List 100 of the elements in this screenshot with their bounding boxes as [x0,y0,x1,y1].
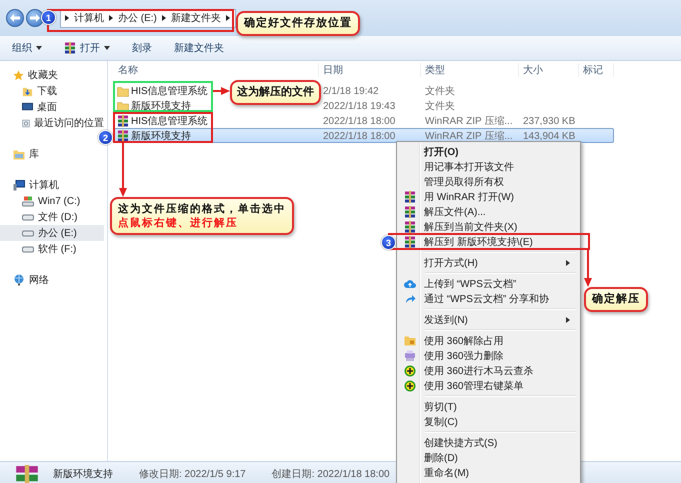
globe-icon [13,274,25,286]
stacked-books-icon [117,130,129,142]
menu-item[interactable]: 使用 360管理右键菜单 [399,378,578,393]
menu-item[interactable]: 解压到当前文件夹(X) [399,219,578,234]
modified-date: 修改日期: 2022/1/5 9:17 [139,468,246,481]
file-name: 新版环境支持 [115,99,191,113]
folder-icon [404,335,416,346]
back-arrow-icon [10,14,20,22]
stacked-books-icon [117,115,129,127]
date-cell-text: 2022/1/18 18:00 [322,116,396,126]
nav-item[interactable]: 收藏夹 [0,67,104,83]
menu-item[interactable]: 删除(D) [399,450,578,465]
stacked-books-icon [404,206,416,218]
breadcrumb[interactable]: 办公 (E:) [118,11,157,25]
menu-item[interactable]: 管理员取得所有权 [399,174,578,189]
nav-item[interactable]: 软件 (F:) [0,241,104,257]
folder-icon [22,86,33,96]
step-badge: 2 [98,130,113,145]
nav-item[interactable]: 桌面 [0,99,104,115]
nav-item[interactable]: 最近访问的位置 [0,115,104,131]
drive-icon [22,214,34,220]
stacked-books-icon [404,190,416,202]
toolbar-button[interactable]: 打开 [64,41,110,55]
callout-text: 点鼠标右键、进行解压 [118,216,239,230]
type-cell-text: WinRAR ZIP 压缩... [424,130,513,143]
drive-icon [22,230,34,236]
forward-button[interactable] [26,9,44,27]
drive-icon [22,246,34,252]
menu-item[interactable]: 上传到 “WPS云文档” [399,276,578,291]
nav-item[interactable]: Win7 (C:) [0,193,104,209]
submenu-arrow-icon [566,260,570,266]
library-icon [13,148,25,160]
nav-item[interactable]: 库 [0,146,104,162]
date-cell-text: 2/1/18 19:42 [322,86,379,96]
nav-item[interactable]: 文件 (D:) [0,209,104,225]
menu-item[interactable]: 使用 360强力删除 [399,348,578,363]
chevron-icon [162,15,166,21]
callout-text: 确定解压 [592,292,640,307]
file-row[interactable]: 新版环境支持 2022/1/18 18:00 WinRAR ZIP 压缩... 143,904 KB [114,128,614,143]
back-button[interactable] [6,9,24,27]
menu-item[interactable]: 解压文件(A)... [399,204,578,219]
column-header[interactable]: 标记 [579,63,614,77]
plus-circle-icon [404,380,416,392]
size-cell-text: 237,930 KB [522,116,576,126]
nav-item[interactable]: 下载 [0,83,104,99]
star-icon [13,70,24,80]
column-header[interactable]: 日期 [319,63,421,77]
type-cell-text: WinRAR ZIP 压缩... [424,114,513,128]
menu-item[interactable]: 打开(O) [399,144,578,159]
step-badge: 3 [381,235,396,250]
chevron-icon [65,15,69,21]
file-name: HIS信息管理系统 [115,114,208,128]
nav-item[interactable]: 网络 [0,272,104,288]
column-header[interactable]: 大小 [519,63,579,77]
menu-item[interactable]: 打开方式(H) [399,255,578,270]
stacked-books-icon [404,220,416,232]
callout-text: 这为解压的文件 [237,85,314,100]
submenu-arrow-icon [566,317,570,323]
document-icon [22,118,30,128]
menu-item[interactable]: 用 WinRAR 打开(W) [399,189,578,204]
menu-item[interactable]: 创建快捷方式(S) [399,435,578,450]
drive-icon [22,196,34,206]
chevron-icon [226,15,230,21]
pointer-arrow [213,86,230,96]
breadcrumb[interactable]: 计算机 [74,11,104,25]
column-header[interactable]: 类型 [421,63,519,77]
menu-item[interactable]: 通过 “WPS云文档” 分享和协 [399,291,578,306]
nav-item[interactable]: 办公 (E:) [0,225,104,241]
type-cell-text: 文件夹 [424,84,455,98]
menu-item[interactable]: 使用 360进行木马云查杀 [399,363,578,378]
caret-icon [36,46,42,50]
menu-item[interactable]: 使用 360解除占用 [399,333,578,348]
menu-item[interactable]: 解压到 新版环境支持\(E) [399,234,578,249]
shredder-icon [404,350,416,361]
menu-item[interactable]: 重命名(M) [399,465,578,480]
plus-circle-icon [404,364,416,376]
cloud-upload-icon [404,278,416,288]
stacked-books-icon [64,42,76,54]
size-cell-text: 143,904 KB [522,130,576,142]
column-header[interactable]: 名称 [114,63,319,77]
toolbar-button[interactable]: 刻录 [132,41,152,55]
callout-text: 确定好文件存放位置 [244,16,352,31]
pointer-arrow [118,143,128,197]
breadcrumb[interactable]: 新建文件夹 [170,11,221,25]
stacked-books-icon [404,236,416,248]
toolbar-button[interactable]: 组织 [12,41,42,55]
computer-icon [13,180,25,190]
folder-icon [117,86,129,96]
menu-item[interactable]: 发送到(N) [399,312,578,327]
file-name: 新版环境支持 [115,129,191,143]
menu-item[interactable]: 剪切(T) [399,399,578,414]
menu-item[interactable]: 复制(C) [399,414,578,429]
file-row[interactable]: 新版环境支持 2022/1/18 19:43 文件夹 [114,98,614,113]
menu-item[interactable]: 用记事本打开该文件 [399,159,578,174]
date-cell-text: 2022/1/18 19:43 [322,100,396,112]
date-cell-text: 2022/1/18 18:00 [322,130,396,142]
nav-item[interactable]: 计算机 [0,177,104,193]
chevron-icon [109,15,113,21]
toolbar-button[interactable]: 新建文件夹 [174,41,224,55]
callout-text: 这为文件压缩的格式，单击选中 [118,202,286,216]
